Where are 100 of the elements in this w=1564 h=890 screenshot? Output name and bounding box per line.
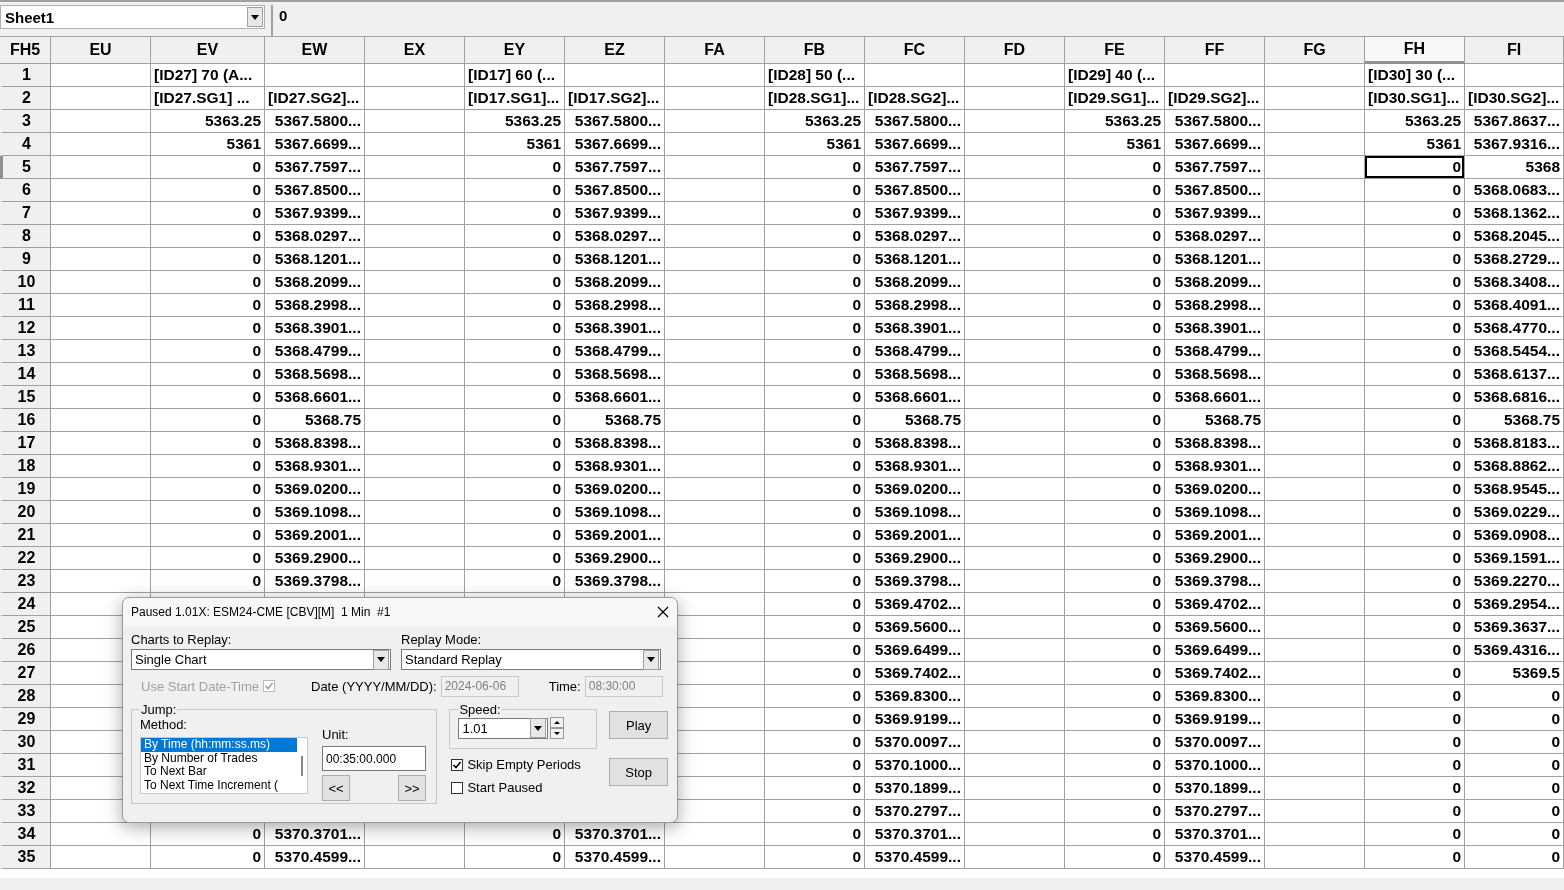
list-item[interactable]: By Number of Trades bbox=[141, 751, 297, 765]
table-cell: 5370.2797... bbox=[865, 800, 965, 823]
close-icon[interactable] bbox=[657, 606, 669, 618]
row-header[interactable]: 1 bbox=[0, 64, 51, 87]
table-cell: 0 bbox=[1465, 800, 1564, 823]
sheet-selector[interactable]: Sheet1 bbox=[0, 5, 265, 29]
column-header[interactable]: EV bbox=[151, 37, 265, 64]
column-header[interactable]: EY bbox=[465, 37, 565, 64]
row-header[interactable]: 5 bbox=[0, 156, 51, 179]
row-header[interactable]: 6 bbox=[0, 179, 51, 202]
row-header[interactable]: 2 bbox=[0, 87, 51, 110]
row-header[interactable]: 17 bbox=[0, 432, 51, 455]
row-header[interactable]: 21 bbox=[0, 524, 51, 547]
column-header[interactable]: FD bbox=[965, 37, 1065, 64]
row-header[interactable]: 35 bbox=[0, 846, 51, 869]
table-cell: 5370.0097... bbox=[865, 731, 965, 754]
row-header[interactable]: 10 bbox=[0, 271, 51, 294]
column-header[interactable]: FH bbox=[1365, 37, 1465, 64]
unit-field[interactable]: 00:35:00.000 bbox=[322, 746, 426, 771]
list-item[interactable]: By Time (hh:mm:ss.ms) bbox=[141, 738, 297, 752]
checkbox[interactable] bbox=[451, 781, 464, 794]
row-header[interactable]: 28 bbox=[0, 685, 51, 708]
table-cell: 5363.25 bbox=[151, 110, 265, 133]
table-cell: 5369.0200... bbox=[865, 478, 965, 501]
table-cell: [ID28.SG2]... bbox=[865, 87, 965, 110]
column-header[interactable]: FI bbox=[1465, 37, 1564, 64]
row-header[interactable]: 19 bbox=[0, 478, 51, 501]
row-header[interactable]: 23 bbox=[0, 570, 51, 593]
speed-dropdown[interactable]: 1.01 bbox=[458, 717, 549, 739]
table-cell: 5368.0297... bbox=[1165, 225, 1265, 248]
table-cell: 0 bbox=[465, 501, 565, 524]
column-header[interactable]: EU bbox=[51, 37, 151, 64]
table-cell: 5369.0200... bbox=[265, 478, 365, 501]
list-item[interactable]: To Next Bar bbox=[141, 765, 297, 779]
dialog-button[interactable]: Stop bbox=[609, 758, 669, 786]
row-header[interactable]: 12 bbox=[0, 317, 51, 340]
forward-button[interactable]: >> bbox=[398, 775, 426, 801]
row-header[interactable]: 11 bbox=[0, 294, 51, 317]
column-header[interactable]: FE bbox=[1065, 37, 1165, 64]
column-header[interactable]: FB bbox=[765, 37, 865, 64]
row-header[interactable]: 20 bbox=[0, 501, 51, 524]
table-cell: 0 bbox=[765, 846, 865, 869]
table-cell: 0 bbox=[1065, 432, 1165, 455]
column-header[interactable]: FG bbox=[1265, 37, 1365, 64]
dialog-button[interactable]: Play bbox=[609, 711, 669, 739]
row-header[interactable]: 18 bbox=[0, 455, 51, 478]
row-header[interactable]: 16 bbox=[0, 409, 51, 432]
table-cell: 0 bbox=[465, 202, 565, 225]
row-header[interactable]: 32 bbox=[0, 777, 51, 800]
row-header[interactable]: 24 bbox=[0, 593, 51, 616]
table-cell: 0 bbox=[465, 340, 565, 363]
table-cell: 0 bbox=[1365, 340, 1465, 363]
table-cell: 5370.1000... bbox=[865, 754, 965, 777]
row-header[interactable]: 27 bbox=[0, 662, 51, 685]
table-cell: 5370.3701... bbox=[865, 823, 965, 846]
method-list[interactable]: By Time (hh:mm:ss.ms) By Number of Trades To Next Bar To Next Time Increment ( bbox=[140, 737, 308, 794]
spinner-icon[interactable] bbox=[550, 717, 565, 739]
table-cell: 5368.8398... bbox=[565, 432, 665, 455]
table-cell: 0 bbox=[151, 524, 265, 547]
row-header[interactable]: 13 bbox=[0, 340, 51, 363]
column-header[interactable]: FC bbox=[865, 37, 965, 64]
table-cell: 0 bbox=[465, 248, 565, 271]
table-cell: 5369.1098... bbox=[1165, 501, 1265, 524]
table-cell: 5368.6601... bbox=[265, 386, 365, 409]
table-cell: 0 bbox=[1465, 754, 1564, 777]
row-header[interactable]: 15 bbox=[0, 386, 51, 409]
table-cell: 0 bbox=[465, 271, 565, 294]
row-header[interactable]: 8 bbox=[0, 225, 51, 248]
row-header[interactable]: 4 bbox=[0, 133, 51, 156]
table-cell: 5361 bbox=[465, 133, 565, 156]
table-cell: 5368.75 bbox=[1465, 409, 1564, 432]
column-header[interactable]: EZ bbox=[565, 37, 665, 64]
row-header[interactable]: 3 bbox=[0, 110, 51, 133]
charts-dropdown[interactable]: Single Chart bbox=[131, 649, 391, 670]
table-cell: 5369.2900... bbox=[865, 547, 965, 570]
list-item[interactable]: To Next Time Increment ( bbox=[141, 778, 297, 792]
table-cell: 5368.2045... bbox=[1465, 225, 1564, 248]
row-header[interactable]: 33 bbox=[0, 800, 51, 823]
row-header[interactable]: 14 bbox=[0, 363, 51, 386]
column-header[interactable]: EW bbox=[265, 37, 365, 64]
row-header[interactable]: 26 bbox=[0, 639, 51, 662]
replay-mode-dropdown[interactable]: Standard Replay bbox=[401, 649, 661, 670]
table-cell: 0 bbox=[1065, 708, 1165, 731]
row-header[interactable]: 7 bbox=[0, 202, 51, 225]
table-cell: 5368.0297... bbox=[565, 225, 665, 248]
column-header[interactable]: FA bbox=[665, 37, 765, 64]
row-header[interactable]: 31 bbox=[0, 754, 51, 777]
row-header[interactable]: 22 bbox=[0, 547, 51, 570]
back-button[interactable]: << bbox=[322, 775, 350, 801]
table-cell: 5367.5800... bbox=[265, 110, 365, 133]
row-header[interactable]: 25 bbox=[0, 616, 51, 639]
table-cell: 5369.6499... bbox=[865, 639, 965, 662]
table-cell: 5370.1899... bbox=[1165, 777, 1265, 800]
row-header[interactable]: 9 bbox=[0, 248, 51, 271]
row-header[interactable]: 29 bbox=[0, 708, 51, 731]
row-header[interactable]: 34 bbox=[0, 823, 51, 846]
column-header[interactable]: FF bbox=[1165, 37, 1265, 64]
column-header[interactable]: EX bbox=[365, 37, 465, 64]
row-header[interactable]: 30 bbox=[0, 731, 51, 754]
checkbox[interactable] bbox=[451, 758, 464, 771]
